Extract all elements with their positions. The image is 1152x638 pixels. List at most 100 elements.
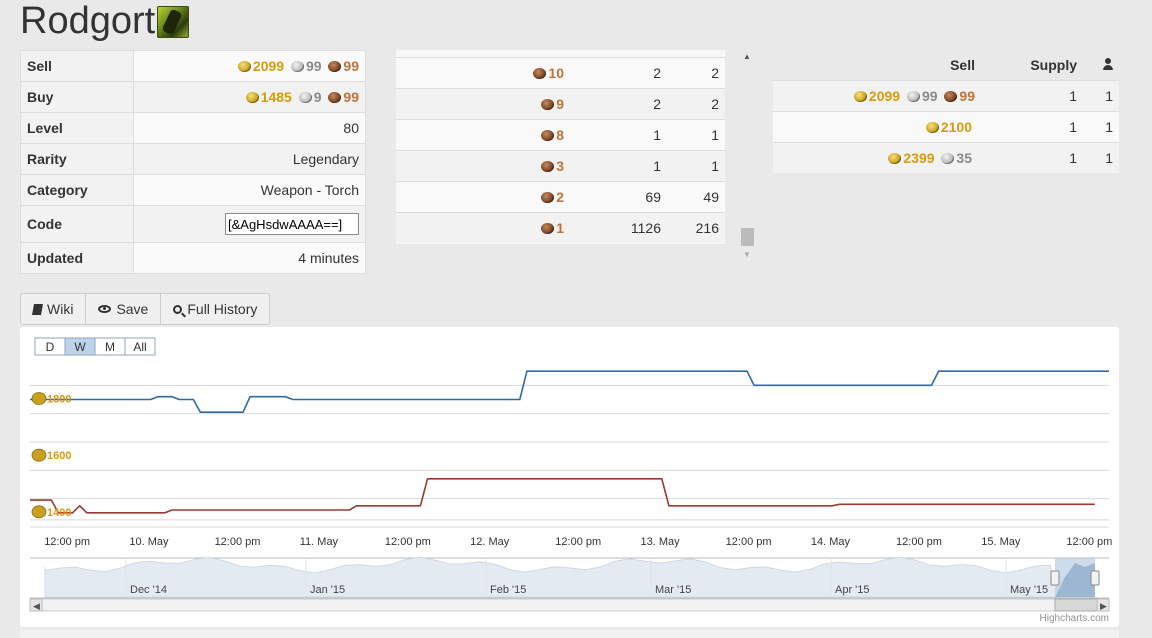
updated-value: 4 minutes bbox=[133, 242, 366, 274]
item-title: Rodgort bbox=[20, 0, 156, 42]
sell-order-price: 2399 35 bbox=[773, 142, 981, 173]
gold-coin-icon bbox=[237, 61, 251, 72]
buy-order-qty-a: 69 bbox=[570, 181, 667, 213]
navigator-label: May '15 bbox=[1010, 584, 1048, 596]
zoom-icon bbox=[173, 304, 183, 314]
wiki-button[interactable]: Wiki bbox=[20, 293, 87, 325]
code-row: Code bbox=[20, 205, 366, 243]
navigator-label: Feb '15 bbox=[490, 584, 526, 596]
silver-coin-icon bbox=[290, 61, 304, 72]
price-history-chart: D W M All 1800 1600 1400 12:00 pm 10. May 12:00… bbox=[20, 327, 1119, 627]
range-button-label[interactable]: D bbox=[46, 340, 55, 354]
x-tick-label: 10. May bbox=[129, 536, 169, 548]
chat-code-input[interactable] bbox=[225, 213, 359, 235]
buy-order-qty-b: 49 bbox=[667, 181, 725, 213]
rarity-value: Legendary bbox=[133, 143, 366, 175]
silver-coin-icon bbox=[906, 91, 920, 102]
gold-coin-icon bbox=[31, 448, 47, 462]
navigator-scroll-thumb[interactable] bbox=[1054, 598, 1098, 612]
buy-order-price: 9 bbox=[396, 88, 570, 120]
book-icon bbox=[32, 303, 43, 315]
navigator-label: Jan '15 bbox=[310, 584, 345, 596]
x-axis-labels: 12:00 pm 10. May 12:00 pm 11. May 12:00 pm 12… bbox=[44, 536, 1112, 548]
buy-order-qty-a: 1 bbox=[570, 119, 667, 151]
listings-header bbox=[1083, 50, 1119, 81]
sell-silver: 99 bbox=[305, 58, 322, 74]
buy-order-copper: 9 bbox=[556, 96, 564, 112]
item-info-table: Sell 2099 99 99 Buy 1485 9 99 Level 80 R… bbox=[20, 50, 366, 274]
navigator-series bbox=[44, 556, 1061, 598]
highcharts-credit[interactable]: Highcharts.com bbox=[1040, 613, 1109, 624]
sell-order-supply: 1 bbox=[981, 142, 1083, 173]
save-button[interactable]: Save bbox=[86, 293, 162, 325]
buy-order-price: 8 bbox=[396, 119, 570, 151]
range-button-label[interactable]: M bbox=[105, 340, 115, 354]
buy-order-row: 2 69 49 bbox=[396, 181, 725, 213]
sell-copper: 99 bbox=[343, 58, 359, 74]
sell-order-row: 2399 35 1 1 bbox=[773, 142, 1119, 173]
gold-coin-icon bbox=[888, 153, 902, 164]
sell-order-row: 2100 1 1 bbox=[773, 111, 1119, 143]
navigator-handle[interactable] bbox=[1090, 570, 1100, 586]
buy-order-qty-b: 2 bbox=[667, 57, 725, 89]
gold-coin-icon bbox=[853, 91, 867, 102]
x-tick-label: 12. May bbox=[470, 536, 510, 548]
buy-order-price: 2 bbox=[396, 181, 570, 213]
navigator-scrollbar-track bbox=[29, 598, 1110, 612]
buy-order-row: 1 1126 216 bbox=[396, 212, 725, 243]
sell-price: 2099 99 99 bbox=[133, 50, 366, 82]
x-tick-label: 12:00 pm bbox=[726, 536, 772, 548]
y-tick-label: 1600 bbox=[47, 450, 71, 462]
x-tick-label: 13. May bbox=[640, 536, 680, 548]
navigator-label: Dec '14 bbox=[130, 584, 167, 596]
y-tick-label: 1800 bbox=[47, 394, 71, 406]
copper-coin-icon bbox=[328, 61, 342, 72]
sell-order-gold: 2399 bbox=[903, 150, 935, 166]
range-button-label[interactable]: All bbox=[133, 340, 146, 354]
x-tick-label: 12:00 pm bbox=[896, 536, 942, 548]
buy-order-qty-b: 1 bbox=[667, 150, 725, 182]
silver-coin-icon bbox=[941, 153, 955, 164]
navigator-handle[interactable] bbox=[1050, 570, 1060, 586]
navigator[interactable]: Dec '14 Jan '15 Feb '15 Mar '15 Apr '15 May '… bbox=[29, 556, 1110, 612]
scroll-down-icon[interactable]: ▼ bbox=[743, 250, 751, 259]
buy-label: Buy bbox=[20, 81, 134, 113]
buy-order-row: 811 bbox=[396, 119, 725, 151]
full-history-button[interactable]: Full History bbox=[161, 293, 271, 325]
chart-gridlines bbox=[30, 384, 1109, 528]
buy-order-copper: 8 bbox=[556, 127, 564, 143]
copper-coin-icon bbox=[944, 91, 958, 102]
sell-order-price: 2100 bbox=[773, 111, 981, 143]
scroll-thumb[interactable] bbox=[741, 228, 754, 246]
range-button-label[interactable]: W bbox=[74, 340, 86, 354]
navigator-label: Apr '15 bbox=[835, 584, 870, 596]
navigator-label: Mar '15 bbox=[655, 584, 691, 596]
x-tick-label: 12:00 pm bbox=[385, 536, 431, 548]
x-tick-label: 11. May bbox=[300, 536, 339, 548]
scroll-up-icon[interactable]: ▲ bbox=[743, 52, 751, 61]
updated-label: Updated bbox=[20, 242, 134, 274]
buy-order-price: 10 bbox=[396, 57, 570, 89]
sell-row: Sell 2099 99 99 bbox=[20, 50, 366, 82]
sell-order-listings: 1 bbox=[1083, 111, 1119, 143]
supply-header: Supply bbox=[1030, 57, 1077, 73]
buy-order-copper: 1 bbox=[556, 220, 564, 236]
buy-orders-scrollbar[interactable]: ▲ ▼ bbox=[740, 52, 755, 262]
gold-coin-icon bbox=[31, 392, 47, 405]
buy-order-qty-a: 2 bbox=[570, 57, 667, 89]
history-label: Full History bbox=[187, 301, 258, 317]
item-actions: Wiki Save Full History bbox=[20, 293, 271, 325]
updated-row: Updated 4 minutes bbox=[20, 242, 366, 274]
buy-order-copper: 10 bbox=[548, 65, 564, 81]
wiki-label: Wiki bbox=[47, 301, 74, 317]
sell-order-supply: 1 bbox=[981, 80, 1083, 112]
range-selector: D W M All bbox=[34, 337, 156, 356]
buy-silver: 9 bbox=[313, 89, 322, 105]
x-tick-label: 12:00 pm bbox=[44, 536, 90, 548]
rarity-row: Rarity Legendary bbox=[20, 143, 366, 175]
eye-icon bbox=[98, 305, 112, 313]
sell-order-listings: 1 bbox=[1083, 80, 1119, 112]
copper-coin-icon bbox=[541, 192, 555, 203]
chart-svg: D W M All 180016001400 12:00 pm 10. May 12:00… bbox=[29, 337, 1112, 624]
code-cell bbox=[133, 205, 366, 243]
